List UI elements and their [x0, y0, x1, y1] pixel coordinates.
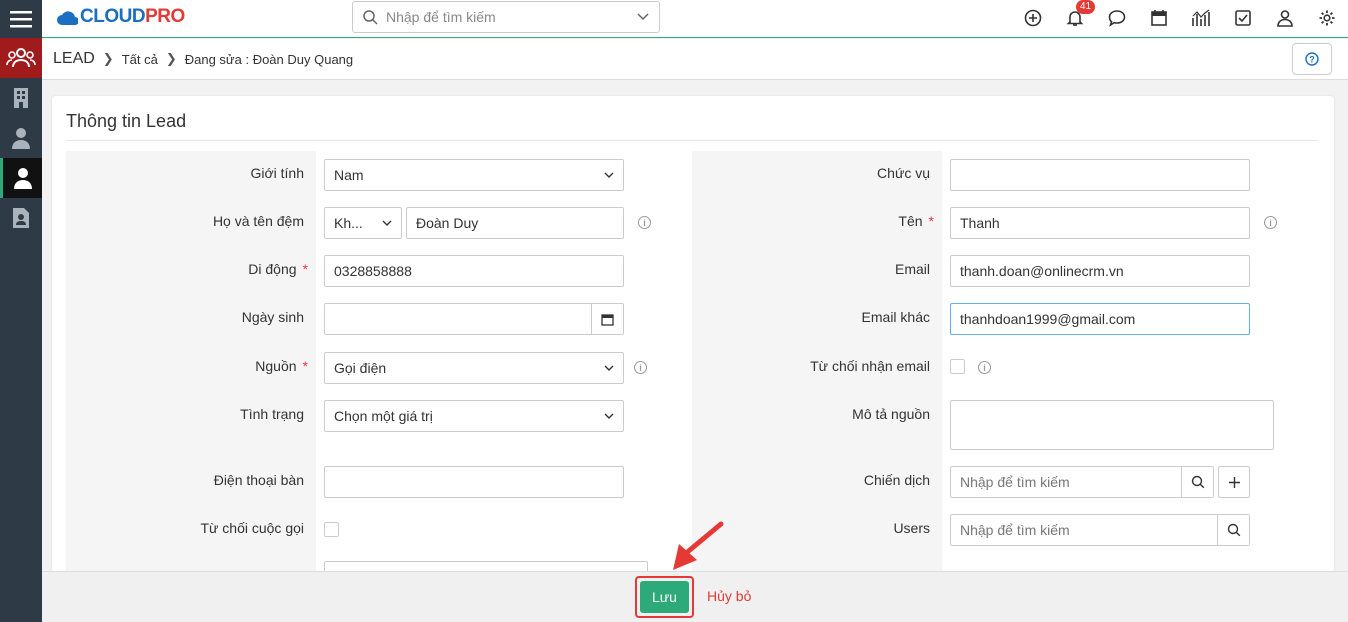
gender-label: Giới tính: [250, 165, 304, 181]
notification-badge: 41: [1076, 0, 1096, 14]
chevron-down-icon: [604, 172, 614, 178]
analytics-icon[interactable]: [1180, 0, 1222, 36]
status-select[interactable]: Chọn một giá trị: [324, 400, 624, 432]
breadcrumb-root[interactable]: LEAD: [53, 50, 95, 68]
status-label: Tình trạng: [240, 406, 304, 422]
firstname-label: Tên *: [898, 213, 934, 229]
add-campaign-button[interactable]: [1218, 466, 1250, 498]
sidebar: [0, 0, 42, 622]
position-input[interactable]: [950, 159, 1250, 191]
phone-label: Điện thoại bàn: [213, 472, 304, 488]
info-icon: i: [978, 361, 991, 374]
form-footer: Lưu Hủy bỏ: [42, 571, 1348, 622]
search-icon: [363, 9, 378, 25]
chevron-down-icon: [604, 413, 614, 419]
birthday-input[interactable]: [324, 303, 624, 335]
document-user-icon[interactable]: [0, 198, 42, 238]
lastname-input[interactable]: Đoàn Duy: [406, 207, 624, 239]
mobile-input[interactable]: 0328858888: [324, 255, 624, 287]
user-icon[interactable]: [1264, 0, 1306, 36]
breadcrumb-level1[interactable]: Tất cả: [122, 52, 158, 67]
gender-select[interactable]: Nam: [324, 159, 624, 191]
chevron-right-icon: ❯: [165, 51, 177, 66]
task-icon[interactable]: [1222, 0, 1264, 36]
decline-email-label: Từ chối nhận email: [810, 358, 930, 374]
email-input[interactable]: thanh.doan@onlinecrm.vn: [950, 255, 1250, 287]
top-navbar: CLOUDPRO Nhập để tìm kiếm 41: [42, 0, 1348, 38]
cloudpro-logo[interactable]: CLOUDPRO: [56, 6, 185, 28]
contacts-group-icon[interactable]: [0, 38, 42, 78]
birthday-label: Ngày sinh: [241, 309, 304, 325]
mobile-label: Di động *: [248, 261, 308, 277]
chat-icon[interactable]: [1096, 0, 1138, 36]
search-icon: [1191, 475, 1204, 489]
chevron-down-icon: [637, 13, 649, 21]
campaign-search-button[interactable]: [1181, 467, 1213, 497]
plus-icon: [1228, 476, 1240, 488]
chevron-right-icon: ❯: [102, 51, 114, 66]
source-select[interactable]: Gọi điện: [324, 352, 624, 384]
decline-call-label: Từ chối cuộc gọi: [200, 520, 304, 536]
breadcrumb: LEAD ❯ Tất cả ❯ Đang sửa : Đoàn Duy Quan…: [42, 39, 1348, 80]
help-button[interactable]: ?: [1292, 43, 1332, 75]
menu-icon[interactable]: [0, 0, 42, 38]
cancel-link[interactable]: Hủy bỏ: [707, 588, 751, 604]
position-label: Chức vụ: [877, 165, 930, 181]
lastname-label: Họ và tên đệm: [212, 213, 304, 229]
calendar-picker-button[interactable]: [591, 304, 623, 334]
source-label: Nguồn *: [255, 358, 308, 374]
users-label: Users: [893, 520, 930, 536]
lead-form-card: Thông tin Lead Giới tính Nam Họ và tên đ…: [52, 96, 1334, 572]
info-icon: i: [638, 216, 651, 229]
building-icon[interactable]: [0, 78, 42, 118]
email-label: Email: [894, 261, 930, 277]
users-search-input[interactable]: Nhập để tìm kiếm: [950, 514, 1250, 546]
info-icon: i: [634, 361, 647, 374]
global-search-input[interactable]: Nhập để tìm kiếm: [352, 1, 660, 33]
divider: [66, 140, 1318, 141]
form-title: Thông tin Lead: [66, 111, 187, 131]
lead-icon[interactable]: [0, 158, 42, 198]
source-desc-label: Mô tả nguồn: [852, 406, 930, 422]
phone-input[interactable]: [324, 466, 624, 498]
campaign-search-input[interactable]: Nhập để tìm kiếm: [950, 466, 1214, 498]
chevron-down-icon: [604, 365, 614, 371]
plus-circle-icon[interactable]: [1012, 0, 1054, 36]
calendar-icon: [601, 313, 614, 326]
contact-icon[interactable]: [0, 118, 42, 158]
info-icon: i: [1264, 216, 1277, 229]
decline-email-checkbox[interactable]: [950, 359, 965, 374]
logo-text: CLOUDPRO: [80, 6, 185, 27]
search-icon: [1227, 523, 1240, 537]
salutation-select[interactable]: Kh...: [324, 207, 402, 239]
decline-call-checkbox[interactable]: [324, 522, 339, 537]
firstname-input[interactable]: Thanh: [950, 207, 1250, 239]
email2-input[interactable]: thanhdoan1999@gmail.com: [950, 303, 1250, 335]
save-button[interactable]: Lưu: [640, 581, 689, 613]
calendar-icon[interactable]: [1138, 0, 1180, 36]
source-desc-textarea[interactable]: [950, 400, 1274, 450]
annotation-arrow-icon: [673, 521, 724, 570]
campaign-label: Chiến dịch: [863, 472, 930, 488]
users-search-button[interactable]: [1217, 515, 1249, 545]
svg-text:?: ?: [1309, 55, 1315, 65]
gear-icon[interactable]: [1306, 0, 1348, 36]
save-button-highlight: Lưu: [635, 576, 694, 618]
bell-icon[interactable]: 41: [1054, 0, 1096, 36]
question-circle-icon: ?: [1305, 52, 1319, 66]
search-placeholder: Nhập để tìm kiếm: [386, 9, 496, 25]
email2-label: Email khác: [861, 309, 930, 325]
cloud-logo-icon: [57, 11, 78, 25]
chevron-down-icon: [382, 220, 392, 226]
breadcrumb-current: Đang sửa : Đoàn Duy Quang: [184, 51, 354, 67]
